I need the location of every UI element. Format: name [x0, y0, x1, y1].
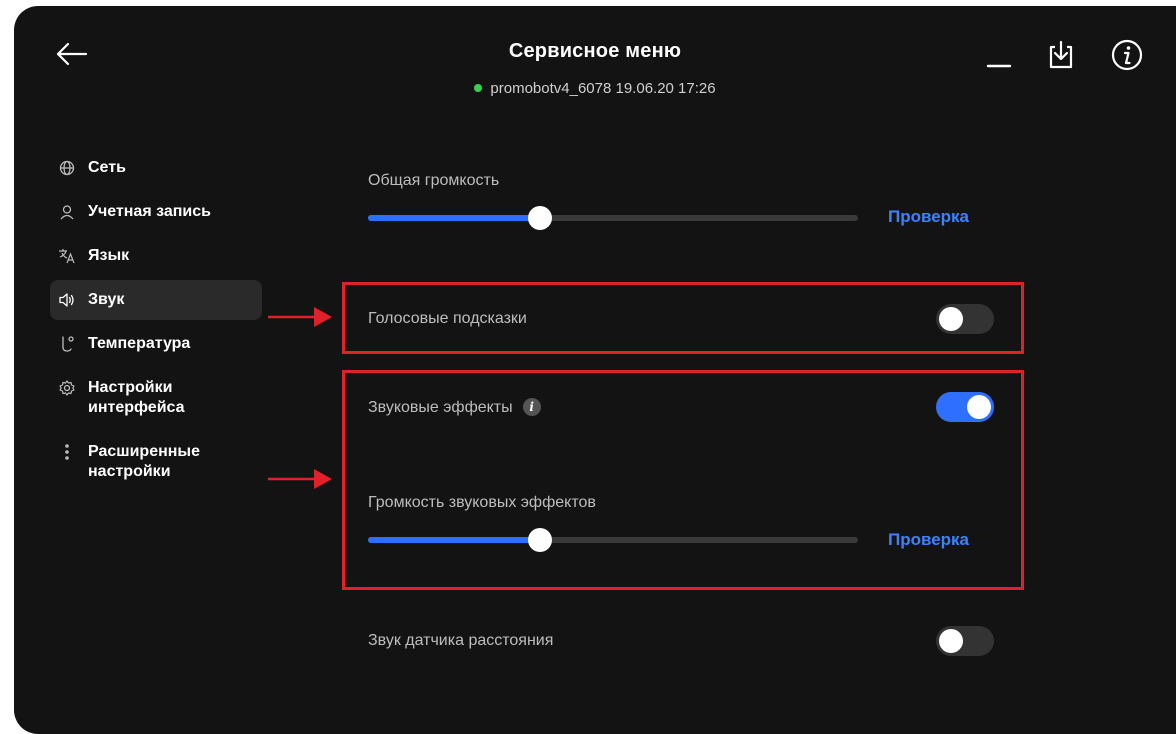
slider-fill [368, 215, 540, 221]
service-menu-screen: Сервисное меню promobotv4_6078 19.06.20 … [14, 6, 1176, 734]
globe-icon [56, 158, 78, 178]
general-volume-label: Общая громкость [368, 172, 500, 189]
device-status: promobotv4_6078 19.06.20 17:26 [14, 80, 1176, 97]
sidebar-item-language[interactable]: Язык [50, 236, 262, 276]
thermometer-icon [56, 334, 78, 354]
general-volume-check-button[interactable]: Проверка [888, 207, 969, 227]
sidebar-item-temperature[interactable]: Температура [50, 324, 262, 364]
user-icon [56, 202, 78, 222]
sidebar-item-label: Язык [88, 247, 130, 264]
distance-sensor-sound-toggle[interactable] [936, 626, 994, 656]
sidebar-item-label: Учетная запись [88, 203, 211, 220]
gear-icon [56, 378, 78, 398]
sidebar-item-label: Температура [88, 335, 191, 352]
sidebar-item-account[interactable]: Учетная запись [50, 192, 262, 232]
slider-handle[interactable] [527, 206, 552, 230]
sidebar-item-label: Сеть [88, 159, 126, 176]
annotation-highlight-sound-effects [342, 370, 1024, 590]
sidebar-item-sound[interactable]: Звук [50, 280, 262, 320]
sidebar-item-interface-settings[interactable]: Настройки интерфейса [50, 368, 262, 428]
minimize-icon[interactable] [982, 38, 1016, 72]
device-info: promobotv4_6078 19.06.20 17:26 [490, 80, 716, 97]
annotation-highlight-voice-hints [342, 282, 1024, 354]
sidebar: Сеть Учетная запись Язык Звук Температур… [50, 148, 262, 496]
speaker-icon [56, 290, 78, 310]
toggle-knob [939, 629, 963, 653]
sidebar-item-advanced-settings[interactable]: Расширенные настройки [50, 432, 262, 492]
sidebar-item-label: Настройки интерфейса [88, 379, 185, 416]
annotation-arrow [268, 467, 334, 491]
online-status-dot [474, 84, 483, 92]
distance-sensor-sound-label: Звук датчика расстояния [368, 632, 554, 649]
info-icon[interactable] [1110, 38, 1144, 72]
annotation-arrow [268, 305, 334, 329]
sidebar-item-label: Звук [88, 291, 125, 308]
translate-icon [56, 246, 78, 266]
sidebar-item-label: Расширенные настройки [88, 443, 200, 480]
more-vertical-icon [56, 442, 78, 462]
general-volume-slider[interactable] [368, 206, 858, 230]
download-icon[interactable] [1044, 38, 1078, 72]
sidebar-item-network[interactable]: Сеть [50, 148, 262, 188]
